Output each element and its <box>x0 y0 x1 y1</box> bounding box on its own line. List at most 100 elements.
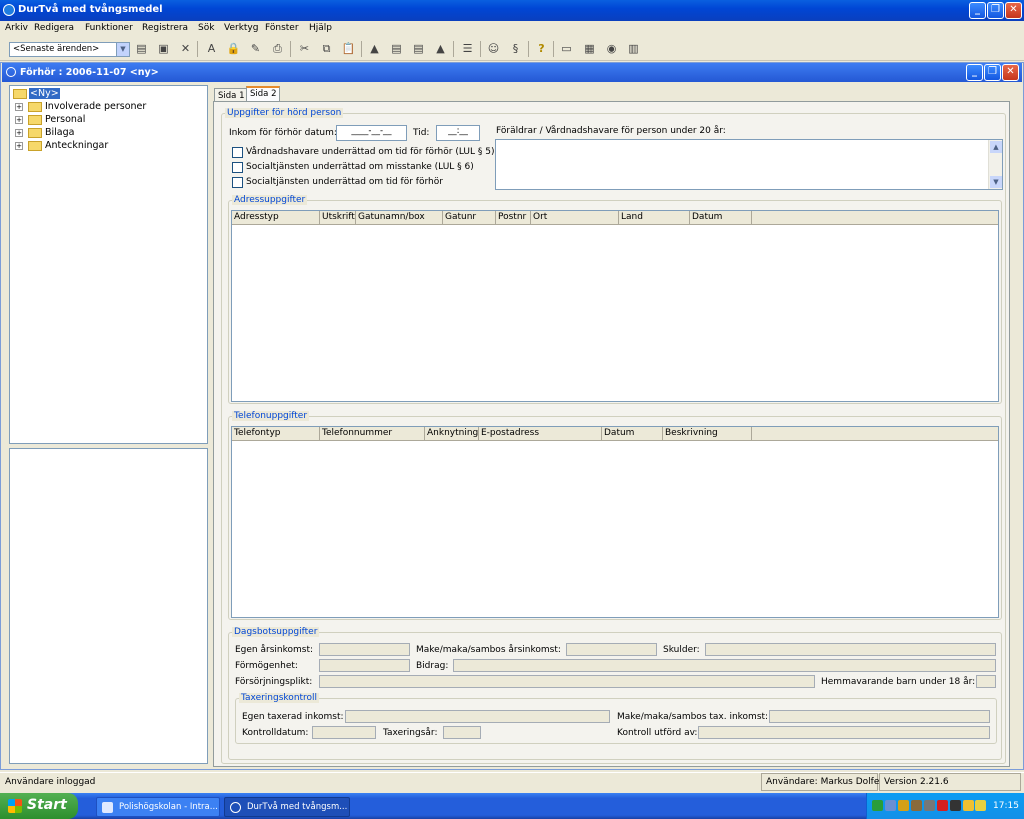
social-suspicion-checkbox[interactable] <box>232 162 243 173</box>
column-header[interactable]: Postnr <box>496 211 531 225</box>
attach-icon[interactable]: ✎ <box>248 41 263 56</box>
column-header[interactable]: Telefonnummer <box>320 427 425 441</box>
column-header[interactable]: E-postadress <box>479 427 602 441</box>
cut-icon[interactable]: ✂ <box>297 41 312 56</box>
document-edit-icon[interactable]: ▤ <box>411 41 426 56</box>
task-durtva[interactable]: DurTvå med tvångsm... <box>224 797 350 817</box>
menu-fonster[interactable]: Fönster <box>265 23 299 33</box>
menu-hjalp[interactable]: Hjälp <box>309 23 332 33</box>
calendar-icon[interactable]: ▦ <box>582 41 597 56</box>
tab-sida-2[interactable]: Sida 2 <box>246 86 281 101</box>
menu-verktyg[interactable]: Verktyg <box>224 23 258 33</box>
sync-icon[interactable] <box>885 800 896 811</box>
save-icon[interactable]: ▣ <box>156 41 171 56</box>
support-field[interactable] <box>319 675 815 688</box>
stamp-icon[interactable]: ▲ <box>433 41 448 56</box>
spouse-income-field[interactable] <box>566 643 657 656</box>
allowance-field[interactable] <box>453 659 996 672</box>
form-icon[interactable]: ▲ <box>367 41 382 56</box>
received-date-input[interactable]: ____-__-__ <box>336 125 407 141</box>
network-icon[interactable] <box>872 800 883 811</box>
new-document-icon[interactable]: ▤ <box>134 41 149 56</box>
lock-icon[interactable]: 🔒 <box>226 41 241 56</box>
close-button[interactable]: ✕ <box>1005 2 1022 19</box>
pencil-icon[interactable] <box>975 800 986 811</box>
tools-icon[interactable] <box>898 800 909 811</box>
control-date-label: Kontrolldatum: <box>242 728 309 738</box>
copy-icon[interactable]: ⧉ <box>319 41 334 56</box>
children-field[interactable] <box>976 675 996 688</box>
child-restore-button[interactable]: ❐ <box>984 64 1001 81</box>
child-close-button[interactable]: ✕ <box>1002 64 1019 81</box>
notes-icon[interactable] <box>963 800 974 811</box>
app-title: DurTvå med tvångsmedel <box>18 4 163 15</box>
column-header[interactable]: Gatunr <box>443 211 496 225</box>
folder-icon <box>28 102 42 112</box>
menu-redigera[interactable]: Redigera <box>34 23 74 33</box>
menu-registrera[interactable]: Registrera <box>142 23 188 33</box>
spellcheck-icon[interactable]: A <box>204 41 219 56</box>
debts-label: Skulder: <box>663 645 700 655</box>
restore-button[interactable]: ❐ <box>987 2 1004 19</box>
address-table[interactable]: Adresstyp Utskrift Gatunamn/box Gatunr P… <box>231 210 999 402</box>
monitor-icon[interactable] <box>950 800 961 811</box>
control-date-field[interactable] <box>312 726 376 739</box>
person-law-icon[interactable]: § <box>508 41 523 56</box>
column-header[interactable]: Telefontyp <box>232 427 320 441</box>
notes-icon[interactable]: ☰ <box>460 41 475 56</box>
column-header[interactable]: Gatunamn/box <box>356 211 443 225</box>
app-title-bar[interactable]: DurTvå med tvångsmedel _ ❐ ✕ <box>0 0 1024 21</box>
recent-cases-combo[interactable]: <Senaste ärenden> ▼ <box>9 42 130 57</box>
globe-icon[interactable]: ◉ <box>604 41 619 56</box>
paste-icon[interactable]: 📋 <box>341 41 356 56</box>
chevron-down-icon[interactable]: ▼ <box>116 43 129 56</box>
spouse-income-label: Make/maka/sambos årsinkomst: <box>416 645 561 655</box>
printer-icon[interactable] <box>924 800 935 811</box>
menu-arkiv[interactable]: Arkiv <box>5 23 28 33</box>
minimize-button[interactable]: _ <box>969 2 986 19</box>
control-by-field[interactable] <box>698 726 990 739</box>
column-header[interactable]: Anknytning <box>425 427 479 441</box>
column-header[interactable]: Beskrivning <box>663 427 752 441</box>
assets-field[interactable] <box>319 659 410 672</box>
own-income-field[interactable] <box>319 643 410 656</box>
calculator-icon[interactable]: ▥ <box>626 41 641 56</box>
child-window-title-bar[interactable]: Förhör : 2006-11-07 <ny> <box>2 63 1022 82</box>
menu-funktioner[interactable]: Funktioner <box>85 23 133 33</box>
security-icon[interactable] <box>911 800 922 811</box>
person-icon[interactable]: ☺ <box>486 41 501 56</box>
expand-icon[interactable]: + <box>15 103 23 111</box>
social-time-checkbox[interactable] <box>232 177 243 188</box>
guardian-notified-checkbox[interactable] <box>232 147 243 158</box>
own-taxed-field[interactable] <box>345 710 610 723</box>
scroll-up-icon[interactable]: ▲ <box>990 141 1002 153</box>
print-icon[interactable]: ⎙ <box>270 41 285 56</box>
time-input[interactable]: __:__ <box>436 125 480 141</box>
column-header[interactable]: Land <box>619 211 690 225</box>
expand-icon[interactable]: + <box>15 142 23 150</box>
scroll-down-icon[interactable]: ▼ <box>990 176 1002 188</box>
menu-sok[interactable]: Sök <box>198 23 214 33</box>
phone-table[interactable]: Telefontyp Telefonnummer Anknytning E-po… <box>231 426 999 618</box>
child-minimize-button[interactable]: _ <box>966 64 983 81</box>
parents-textarea[interactable]: ▲ ▼ <box>495 139 1003 190</box>
task-intranet[interactable]: Polishögskolan - Intra... <box>96 797 220 817</box>
column-header[interactable]: Datum <box>602 427 663 441</box>
document-icon[interactable]: ▤ <box>389 41 404 56</box>
debts-field[interactable] <box>705 643 996 656</box>
folder-open-icon[interactable]: ▭ <box>559 41 574 56</box>
status-text: Användare inloggad <box>5 777 96 787</box>
column-header[interactable]: Utskrift <box>320 211 356 225</box>
scrollbar[interactable]: ▲ ▼ <box>988 140 1002 189</box>
spouse-taxed-field[interactable] <box>769 710 990 723</box>
column-header[interactable]: Ort <box>531 211 619 225</box>
expand-icon[interactable]: + <box>15 116 23 124</box>
help-icon[interactable]: ? <box>534 41 549 56</box>
delete-icon[interactable]: ✕ <box>178 41 193 56</box>
start-button[interactable]: Start <box>0 793 78 819</box>
tax-year-field[interactable] <box>443 726 481 739</box>
expand-icon[interactable]: + <box>15 129 23 137</box>
column-header[interactable]: Datum <box>690 211 752 225</box>
antivirus-icon[interactable] <box>937 800 948 811</box>
column-header[interactable]: Adresstyp <box>232 211 320 225</box>
